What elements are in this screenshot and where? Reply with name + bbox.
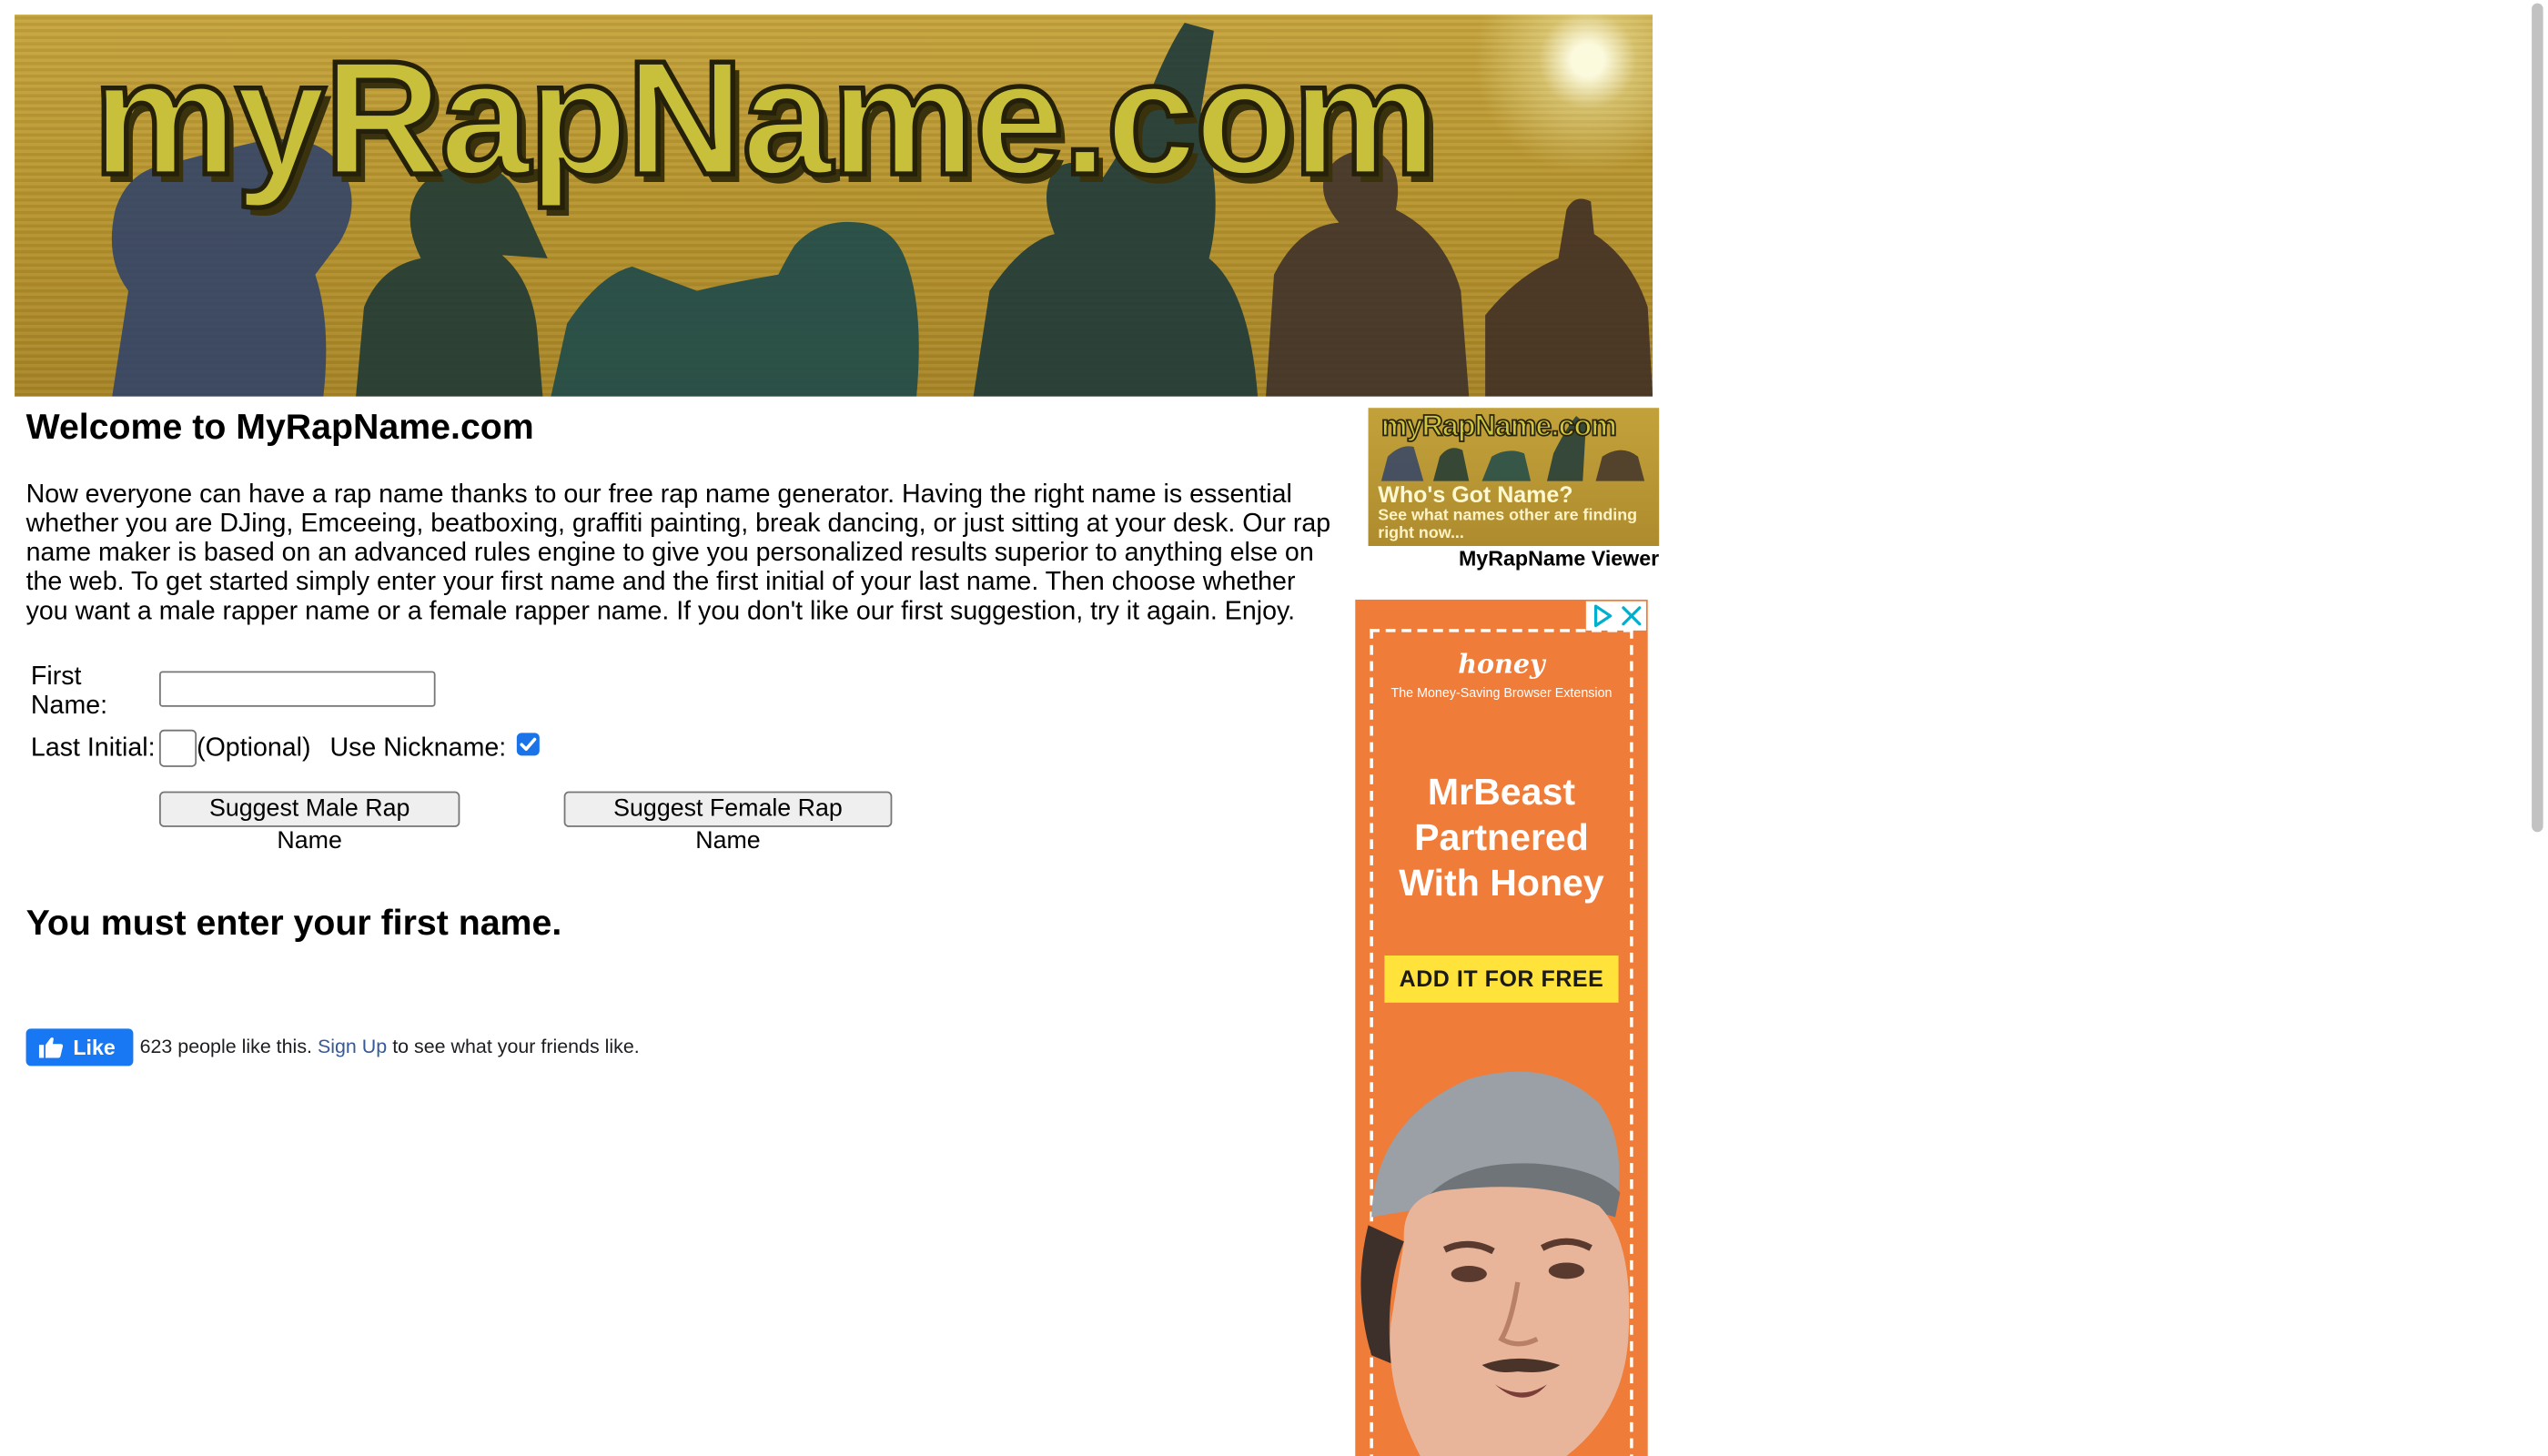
thumbs-up-icon <box>38 1037 64 1058</box>
banner-logo: myRapName.com <box>90 25 1440 212</box>
facebook-signup-link[interactable]: Sign Up <box>318 1035 387 1057</box>
viewer-thumb-logo: myRapName.com <box>1380 409 1618 442</box>
facebook-like-count: 623 people like this. <box>139 1035 312 1058</box>
ad-headline-line1: MrBeast <box>1427 770 1576 813</box>
suggest-male-button[interactable]: Suggest Male Rap Name <box>158 791 460 854</box>
rapname-viewer-thumbnail[interactable]: myRapName.com Who's Got Name? See what n… <box>1368 408 1660 546</box>
site-banner[interactable]: myRapName.com <box>15 15 1653 397</box>
last-initial-input[interactable] <box>158 729 197 767</box>
ad-controls <box>1585 601 1646 631</box>
viewer-caption-link[interactable]: MyRapName Viewer <box>1369 546 1659 571</box>
ad-tagline: The Money-Saving Browser Extension <box>1390 685 1613 701</box>
page: myRapName.com Welcome to MyRapName.com N… <box>0 0 2548 1456</box>
first-name-input[interactable] <box>158 671 436 707</box>
first-name-label-line2: Name: <box>30 692 108 721</box>
facebook-like-text: 623 people like this. Sign Up to see wha… <box>140 1035 640 1057</box>
ad-headline-line3: With Honey <box>1399 861 1604 904</box>
viewer-thumb-heading: Who's Got Name? <box>1378 480 1573 508</box>
facebook-like-suffix: to see what your friends like. <box>392 1035 640 1058</box>
scrollbar-thumb[interactable] <box>2532 3 2543 833</box>
last-initial-label: Last Initial: <box>30 734 156 763</box>
honey-advertisement[interactable]: honey The Money-Saving Browser Extension… <box>1355 599 1648 1456</box>
use-nickname-checkbox[interactable] <box>516 733 540 756</box>
close-icon[interactable] <box>1620 604 1643 627</box>
suggest-female-button[interactable]: Suggest Female Rap Name <box>563 791 893 854</box>
ad-headline-line2: Partnered <box>1414 815 1589 858</box>
ad-brand-logo: honey <box>1458 648 1545 680</box>
first-name-label-line1: First <box>30 662 82 691</box>
ad-headline: MrBeast Partnered With Honey <box>1355 769 1647 905</box>
facebook-like-button[interactable]: Like <box>25 1028 134 1067</box>
checkmark-icon <box>520 737 537 751</box>
error-message: You must enter your first name. <box>25 902 562 943</box>
adchoices-icon[interactable] <box>1589 602 1615 629</box>
intro-paragraph: Now everyone can have a rap name thanks … <box>25 480 1331 626</box>
ad-person-photo <box>1360 1071 1630 1456</box>
page-title: Welcome to MyRapName.com <box>25 406 534 448</box>
ad-cta-button[interactable]: ADD IT FOR FREE <box>1384 955 1619 1003</box>
facebook-like-label: Like <box>73 1035 116 1060</box>
use-nickname-label: Use Nickname: <box>329 734 507 763</box>
optional-label: (Optional) <box>197 734 311 763</box>
viewer-thumb-subtext: See what names other are finding right n… <box>1378 507 1638 543</box>
